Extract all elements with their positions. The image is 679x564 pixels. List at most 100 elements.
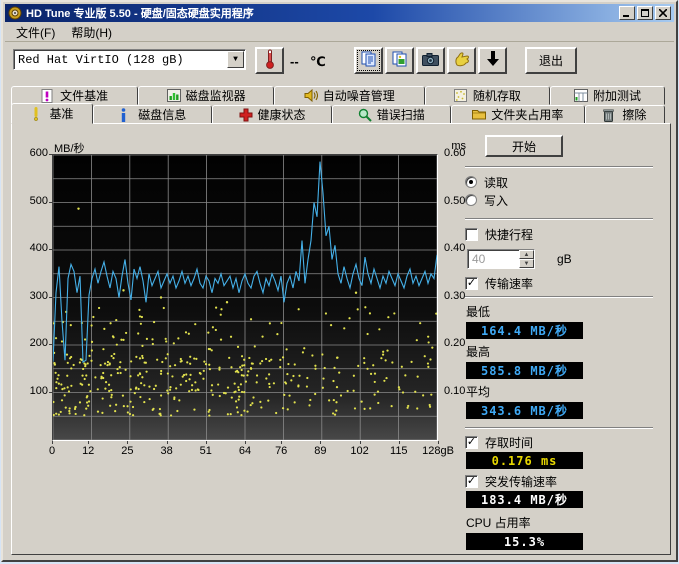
- temperature-button[interactable]: [255, 47, 284, 74]
- short-stroke-size-input[interactable]: 40 ▲ ▼: [467, 249, 535, 269]
- window-title: HD Tune 专业版 5.50 - 硬盘/固态硬盘实用程序: [26, 5, 619, 21]
- tick-mark: [320, 441, 321, 444]
- tab-error-scan[interactable]: 错误扫描: [332, 105, 451, 124]
- tab-disk-info[interactable]: 磁盘信息: [93, 105, 212, 124]
- short-stroke-unit: gB: [557, 252, 572, 266]
- app-icon: [8, 6, 22, 20]
- camera-icon: [422, 53, 439, 69]
- error-scan-icon: [358, 108, 372, 121]
- benchmark-chart: MB/秒 ms: [12, 124, 474, 484]
- drive-select-value: Red Hat VirtIO (128 gB): [14, 53, 227, 67]
- write-radio-label: 写入: [484, 192, 508, 209]
- tick-mark: [281, 441, 282, 444]
- x-tick-label: 38: [147, 445, 187, 457]
- x-tick-label: 64: [225, 445, 265, 457]
- tab-folder-usage[interactable]: 文件夹占用率: [451, 105, 585, 124]
- tab-label: 健康状态: [258, 106, 306, 123]
- tab-label: 附加测试: [593, 87, 641, 104]
- short-stroke-size-row: 40 ▲ ▼ gB: [467, 249, 653, 269]
- toolbar: Red Hat VirtIO (128 gB) ▼ -- ℃ 退出: [5, 44, 674, 82]
- access-time-label: 存取时间: [485, 434, 533, 451]
- avg-value-display: 343.6 MB/秒: [466, 402, 583, 419]
- y-left-tick-label: 100: [18, 385, 48, 397]
- cpu-usage-label: CPU 占用率: [466, 514, 653, 531]
- tab-health[interactable]: 健康状态: [212, 105, 331, 124]
- access-time-checkbox[interactable]: ✓: [465, 436, 478, 449]
- tick-mark: [438, 441, 439, 444]
- tick-mark: [49, 154, 52, 155]
- save-download-button[interactable]: [478, 47, 507, 74]
- burst-rate-display: 183.4 MB/秒: [466, 491, 583, 508]
- spin-down-icon[interactable]: ▼: [519, 259, 534, 268]
- menu-file[interactable]: 文件(F): [9, 22, 62, 43]
- minimize-button[interactable]: [619, 6, 635, 20]
- transfer-rate-label: 传输速率: [485, 275, 533, 292]
- tab-disk-monitor[interactable]: 磁盘监视器: [138, 86, 274, 105]
- burst-rate-row[interactable]: ✓ 突发传输速率: [465, 473, 653, 489]
- benchmark-icon: [31, 107, 45, 120]
- write-radio[interactable]: [465, 194, 477, 206]
- tab-label: 磁盘信息: [138, 106, 186, 123]
- tab-row-back: 文件基准 磁盘监视器 自动噪音管理 随机存取 附加测试: [11, 86, 665, 105]
- y-left-tick-label: 600: [18, 147, 48, 159]
- transfer-rate-checkbox[interactable]: ✓: [465, 277, 478, 290]
- tick-mark: [52, 441, 53, 444]
- tab-random-access[interactable]: 随机存取: [425, 86, 550, 105]
- tick-mark: [49, 202, 52, 203]
- chevron-down-icon[interactable]: ▼: [227, 51, 244, 68]
- extra-tests-icon: [574, 89, 588, 102]
- drive-select[interactable]: Red Hat VirtIO (128 gB) ▼: [13, 49, 246, 70]
- start-button[interactable]: 开始: [485, 135, 563, 157]
- donate-hand-icon: [454, 51, 470, 70]
- short-stroke-size-value: 40: [468, 250, 519, 268]
- read-radio[interactable]: [465, 176, 477, 188]
- x-tick-label: 128gB: [418, 445, 458, 457]
- short-stroke-row[interactable]: ✓ 快捷行程: [465, 226, 653, 242]
- donate-hand-button[interactable]: [447, 47, 476, 74]
- thermometer-icon: [264, 49, 276, 72]
- exit-button[interactable]: 退出: [525, 47, 577, 74]
- access-time-row[interactable]: ✓ 存取时间: [465, 434, 653, 450]
- short-stroke-checkbox[interactable]: ✓: [465, 228, 478, 241]
- x-tick-label: 25: [107, 445, 147, 457]
- x-tick-label: 115: [379, 445, 419, 457]
- tab-aam[interactable]: 自动噪音管理: [274, 86, 425, 105]
- y-left-tick-label: 300: [18, 290, 48, 302]
- maximize-button[interactable]: [637, 6, 653, 20]
- x-tick-label: 76: [261, 445, 301, 457]
- read-radio-row[interactable]: 读取: [465, 174, 653, 190]
- tick-mark: [245, 441, 246, 444]
- transfer-rate-row[interactable]: ✓ 传输速率: [465, 275, 653, 291]
- camera-button[interactable]: [416, 47, 445, 74]
- spin-up-icon[interactable]: ▲: [519, 250, 534, 259]
- burst-rate-label: 突发传输速率: [485, 473, 557, 490]
- tab-label: 磁盘监视器: [186, 87, 246, 104]
- y-left-tick-label: 200: [18, 337, 48, 349]
- read-radio-label: 读取: [484, 174, 508, 191]
- close-button[interactable]: [655, 6, 671, 20]
- copy-text-button[interactable]: [354, 47, 383, 74]
- tab-label: 文件夹占用率: [491, 106, 563, 123]
- tick-mark: [127, 441, 128, 444]
- tick-mark: [206, 441, 207, 444]
- max-label: 最高: [466, 343, 653, 360]
- tab-benchmark[interactable]: 基准: [11, 103, 93, 124]
- menu-help[interactable]: 帮助(H): [64, 22, 119, 43]
- tab-label: 擦除: [622, 106, 646, 123]
- tab-extra-tests[interactable]: 附加测试: [550, 86, 665, 105]
- write-radio-row[interactable]: 写入: [465, 192, 653, 208]
- tab-erase[interactable]: 擦除: [585, 105, 665, 124]
- tab-label: 文件基准: [60, 87, 108, 104]
- erase-icon: [603, 108, 617, 121]
- app-window: HD Tune 专业版 5.50 - 硬盘/固态硬盘实用程序 文件(F) 帮助(…: [1, 0, 678, 562]
- tick-mark: [167, 441, 168, 444]
- disk-monitor-icon: [167, 89, 181, 102]
- copy-image-button[interactable]: [385, 47, 414, 74]
- y-left-tick-label: 400: [18, 242, 48, 254]
- temperature-unit: ℃: [310, 54, 326, 70]
- file-benchmark-icon: [41, 89, 55, 102]
- tab-label: 自动噪音管理: [323, 87, 395, 104]
- max-value-display: 585.8 MB/秒: [466, 362, 583, 379]
- random-access-icon: [454, 89, 468, 102]
- burst-rate-checkbox[interactable]: ✓: [465, 475, 478, 488]
